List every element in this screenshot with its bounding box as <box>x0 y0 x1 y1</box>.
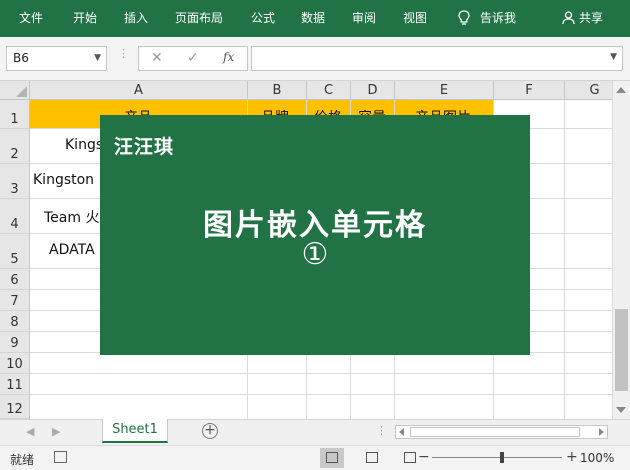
grip-icon[interactable]: ⋮ <box>118 48 129 59</box>
macro-record-icon[interactable] <box>54 451 67 463</box>
scroll-thumb[interactable] <box>410 427 580 437</box>
formula-buttons: ✕ ✓ fx <box>138 46 248 71</box>
tab-data[interactable]: 数据 <box>301 10 325 26</box>
scroll-right-icon[interactable] <box>599 428 604 436</box>
status-bar: 就绪 − + 100% <box>0 445 630 470</box>
gridline <box>30 394 612 395</box>
row-header-1[interactable]: 1 <box>0 100 30 129</box>
row-header-6[interactable]: 6 <box>0 269 30 290</box>
enter-icon[interactable]: ✓ <box>187 50 199 66</box>
row-header-3[interactable]: 3 <box>0 164 30 199</box>
row-header-2[interactable]: 2 <box>0 129 30 164</box>
column-header-g[interactable]: G <box>565 81 612 100</box>
tab-view[interactable]: 视图 <box>403 10 427 26</box>
row-header-11[interactable]: 11 <box>0 374 30 395</box>
scroll-up-icon[interactable] <box>616 87 626 93</box>
row-header-5[interactable]: 5 <box>0 234 30 269</box>
expand-formula-icon[interactable]: ▼ <box>610 52 617 62</box>
next-sheet-icon[interactable]: ▶ <box>52 425 60 438</box>
prev-sheet-icon[interactable]: ◀ <box>26 425 34 438</box>
zoom-out-icon[interactable]: − <box>418 449 430 465</box>
column-header-d[interactable]: D <box>351 81 395 100</box>
share-label: 共享 <box>579 11 604 25</box>
person-icon <box>562 11 575 25</box>
name-box-value: B6 <box>13 51 29 65</box>
zoom-slider-knob[interactable] <box>500 452 504 463</box>
tell-me-box[interactable]: 告诉我 <box>458 10 516 26</box>
formula-input[interactable]: ▼ <box>251 46 623 71</box>
row-header-8[interactable]: 8 <box>0 311 30 332</box>
add-sheet-icon[interactable]: + <box>202 423 218 439</box>
ribbon: 文件 开始 插入 页面布局 公式 数据 审阅 视图 告诉我 共享 <box>0 0 630 37</box>
cell-a3[interactable]: Kingston <box>33 172 94 188</box>
tell-me-label: 告诉我 <box>480 11 517 25</box>
insert-function-icon[interactable]: fx <box>223 50 234 64</box>
sheet-tab-bar: ◀ ▶ Sheet1 + ⋮ <box>0 419 630 445</box>
scroll-left-icon[interactable] <box>399 428 404 436</box>
page-layout-view-button[interactable] <box>360 448 384 468</box>
column-header-b[interactable]: B <box>248 81 307 100</box>
row-header-7[interactable]: 7 <box>0 290 30 311</box>
brand-logo-text: 汪汪琪 <box>114 136 175 158</box>
grip-icon[interactable]: ⋮ <box>376 424 387 437</box>
cancel-icon[interactable]: ✕ <box>151 50 163 66</box>
grid-icon <box>326 452 338 463</box>
tab-home[interactable]: 开始 <box>73 10 97 26</box>
status-ready: 就绪 <box>10 453 35 467</box>
cell-a4[interactable]: Team 火 <box>44 207 99 227</box>
lightbulb-icon <box>458 10 470 25</box>
page-break-icon <box>404 452 416 463</box>
zoom-level[interactable]: 100% <box>580 451 614 465</box>
share-button[interactable]: 共享 <box>562 10 603 26</box>
tab-file[interactable]: 文件 <box>19 10 43 26</box>
select-all-button[interactable] <box>0 81 30 100</box>
row-header-12[interactable]: 12 <box>0 395 30 419</box>
card-number: ① <box>301 237 329 272</box>
name-box[interactable]: B6 ▼ <box>6 46 107 71</box>
column-header-a[interactable]: A <box>30 81 248 100</box>
zoom-slider[interactable] <box>432 457 562 458</box>
normal-view-button[interactable] <box>320 448 344 468</box>
scroll-thumb[interactable] <box>615 309 628 391</box>
gridline <box>30 373 612 374</box>
title-card: 汪汪琪 图片嵌入单元格 ① <box>100 115 530 355</box>
column-header-c[interactable]: C <box>307 81 351 100</box>
page-icon <box>366 452 378 463</box>
row-header-10[interactable]: 10 <box>0 353 30 374</box>
gridline <box>564 100 565 419</box>
scroll-down-icon[interactable] <box>616 407 626 413</box>
row-header-9[interactable]: 9 <box>0 332 30 353</box>
zoom-in-icon[interactable]: + <box>566 449 578 465</box>
cell-a2[interactable]: Kings <box>65 137 103 153</box>
tab-formulas[interactable]: 公式 <box>251 10 275 26</box>
tab-insert[interactable]: 插入 <box>124 10 148 26</box>
vertical-scrollbar[interactable] <box>612 81 630 419</box>
tab-review[interactable]: 审阅 <box>352 10 376 26</box>
cell-a5[interactable]: ADATA <box>49 242 95 258</box>
horizontal-scrollbar[interactable] <box>395 425 608 439</box>
sheet-tab-sheet1[interactable]: Sheet1 <box>102 419 168 443</box>
row-header-4[interactable]: 4 <box>0 199 30 234</box>
formula-bar: B6 ▼ ⋮ ✕ ✓ fx ▼ <box>0 37 630 81</box>
column-header-f[interactable]: F <box>494 81 565 100</box>
tab-page-layout[interactable]: 页面布局 <box>175 10 223 26</box>
chevron-down-icon[interactable]: ▼ <box>94 47 101 70</box>
column-header-e[interactable]: E <box>395 81 494 100</box>
